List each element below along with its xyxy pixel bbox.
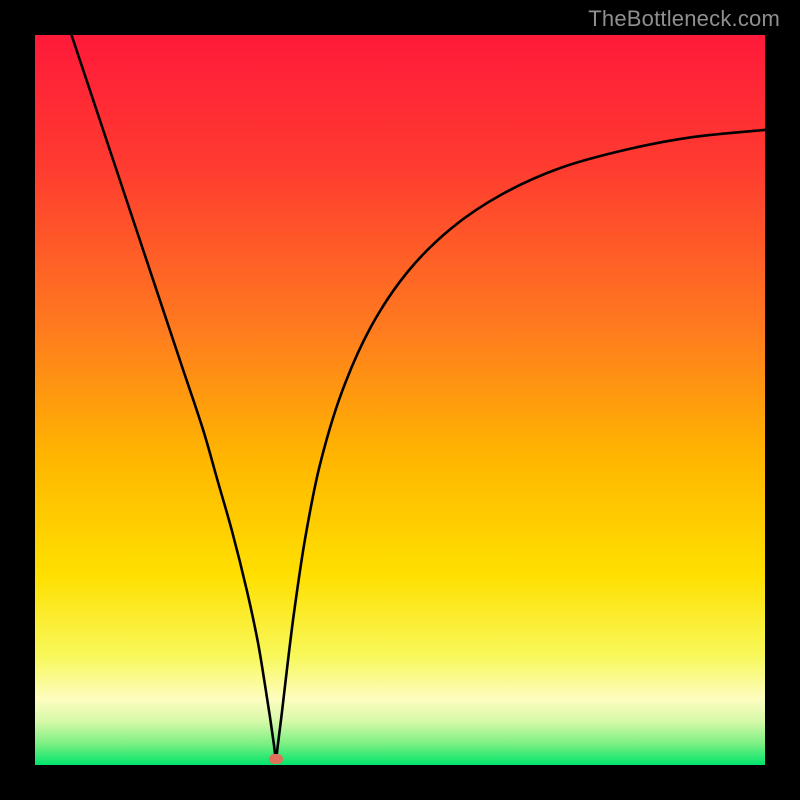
watermark-text: TheBottleneck.com (588, 6, 780, 32)
chart-frame: TheBottleneck.com (0, 0, 800, 800)
min-marker (269, 754, 283, 764)
bottleneck-curve (35, 35, 765, 765)
plot-area (35, 35, 765, 765)
